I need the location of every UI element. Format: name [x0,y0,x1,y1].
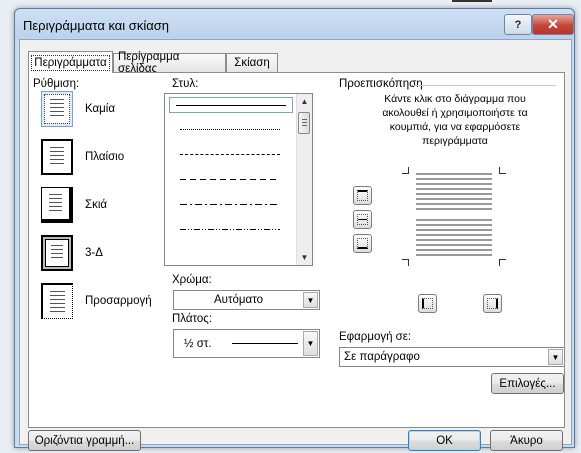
ok-button[interactable]: OK [408,430,481,451]
help-button[interactable]: ? [504,14,532,35]
title-bar: Περιγράμματα και σκίαση ? ✕ [15,9,574,39]
preview-label: Προεπισκόπηση [339,78,423,90]
line-style-solid[interactable] [169,97,293,113]
setting-shadow[interactable]: Σκιά [41,187,151,229]
bottom-border-icon [357,238,368,249]
right-border-button[interactable] [483,294,502,313]
chevron-down-icon[interactable]: ▼ [548,349,563,365]
cancel-button[interactable]: Άκυρο [490,430,563,451]
tab-shading-label: Σκίαση [234,57,270,69]
scroll-thumb[interactable] [298,112,310,134]
close-button[interactable]: ✕ [532,14,574,35]
preview-separator [411,85,556,86]
tab-borders[interactable]: Περιγράμματα [28,51,113,73]
chevron-down-icon[interactable]: ▼ [303,331,318,356]
border-box-icon [41,139,73,175]
inside-border-button[interactable] [353,210,372,229]
horizontal-line-button[interactable]: Οριζόντια γραμμή... [28,430,141,451]
scroll-down-icon[interactable]: ▼ [297,250,312,265]
left-border-button[interactable] [418,294,437,313]
borders-shading-dialog: Περιγράμματα και σκίαση ? ✕ Περιγράμματα… [14,8,575,451]
apply-to-label: Εφαρμογή σε: [339,331,412,343]
setting-3d[interactable]: 3-Δ [41,235,151,277]
color-label: Χρώμα: [172,274,212,286]
setting-custom-label: Προσαρμογή [85,295,152,307]
setting-custom[interactable]: Προσαρμογή [41,283,152,325]
preview-instructions: Κάντε κλικ στο διάγραμμα που ακολουθεί ή… [382,93,528,147]
left-border-icon [422,298,433,309]
width-label: Πλάτος: [172,313,213,325]
color-dropdown[interactable]: Αυτόματο ▼ [173,290,320,310]
width-dropdown[interactable]: ½ στ. ▼ [173,329,320,358]
width-line-sample [232,343,298,344]
bottom-border-button[interactable] [353,234,372,253]
line-style-dash-dot-dot[interactable] [171,222,289,236]
setting-box[interactable]: Πλαίσιο [41,139,151,181]
line-style-dotted[interactable] [171,122,289,136]
right-border-icon [487,298,498,309]
line-style-dash[interactable] [171,172,289,186]
scroll-up-icon[interactable]: ▲ [297,94,312,109]
dialog-body: Περιγράμματα Περίγραμμα σελίδας Σκίαση Ρ… [19,39,572,451]
preview-diagram[interactable] [402,167,506,266]
line-style-fine-dash[interactable] [171,147,289,161]
border-none-icon [41,91,73,127]
setting-3d-label: 3-Δ [85,247,103,259]
style-scrollbar[interactable]: ▲ ▼ [296,94,312,265]
style-listbox[interactable]: ▲ ▼ [164,93,313,266]
apply-to-dropdown[interactable]: Σε παράγραφο ▼ [339,347,565,367]
chevron-down-icon[interactable]: ▼ [303,292,318,308]
width-value: ½ στ. [184,337,212,350]
color-value: Αυτόματο [214,294,263,306]
options-button[interactable]: Επιλογές... [491,373,564,394]
border-shadow-icon [41,187,73,223]
inside-horizontal-border-icon [357,214,368,225]
tab-shading[interactable]: Σκίαση [226,53,278,72]
background-fragment [452,0,492,8]
line-style-dash-dot[interactable] [171,197,289,211]
setting-shadow-label: Σκιά [85,199,108,211]
style-label: Στυλ: [172,78,199,90]
setting-none[interactable]: Καμία [41,91,151,133]
apply-to-value: Σε παράγραφο [344,351,420,363]
setting-box-label: Πλαίσιο [85,151,125,163]
border-3d-icon [41,235,73,271]
tab-borders-label: Περιγράμματα [31,54,110,71]
top-border-button[interactable] [353,186,372,205]
setting-none-label: Καμία [85,103,116,115]
border-custom-icon [41,283,73,319]
tab-page-border[interactable]: Περίγραμμα σελίδας [113,51,226,75]
borders-tab-panel: Ρύθμιση: Καμία Πλαίσιο Σκιά 3-Δ Προσαρμο… [28,72,565,428]
top-border-icon [357,190,368,201]
dialog-title: Περιγράμματα και σκίαση [23,18,169,33]
setting-label: Ρύθμιση: [33,78,80,90]
